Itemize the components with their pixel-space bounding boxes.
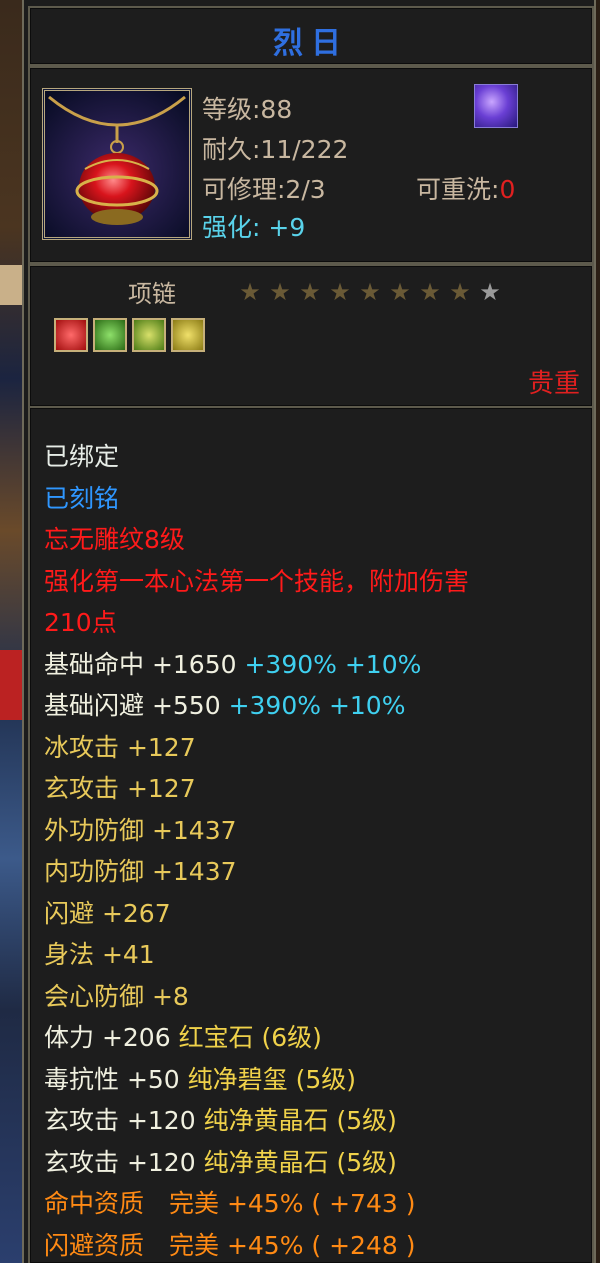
attribute-text: 毒抗性 +50 <box>44 1064 180 1094</box>
attribute-line: 会心防御 +8 <box>44 976 582 1018</box>
attribute-text: 强化第一本心法第一个技能，附加伤害 <box>44 566 470 596</box>
star-icon: ★ <box>269 278 291 306</box>
attribute-text: 忘无雕纹8级 <box>44 525 185 554</box>
gem-slot-green[interactable] <box>93 318 127 352</box>
star-rating: ★ ★ ★ ★ ★ ★ ★ ★ ★ <box>235 278 505 308</box>
item-repair-count: 可修理:2/3 <box>202 175 326 204</box>
item-type: 项链 <box>128 280 176 308</box>
attribute-line: 已刻铭 <box>44 478 582 520</box>
necklace-icon <box>45 91 189 237</box>
attribute-text: 闪避资质 完美 +45% ( +248 ) <box>44 1230 416 1260</box>
attribute-line: 外功防御 +1437 <box>44 810 582 852</box>
attribute-text: 基础闪避 +550 <box>44 691 221 720</box>
attribute-bonus: 纯净黄晶石 (5级) <box>195 1147 397 1177</box>
attribute-bonus: 红宝石 (6级) <box>170 1023 322 1052</box>
attribute-text: 已刻铭 <box>44 483 120 513</box>
item-rarity: 贵重 <box>527 369 580 399</box>
star-icon: ★ <box>419 278 441 306</box>
attribute-text: 210点 <box>44 608 117 637</box>
attribute-line: 210点 <box>44 602 582 644</box>
attribute-line: 命中资质 完美 +45% ( +743 ) <box>44 1183 582 1225</box>
star-icon: ★ <box>449 278 471 306</box>
attribute-list: 已绑定已刻铭忘无雕纹8级强化第一本心法第一个技能，附加伤害 210点基础命中 +1… <box>44 436 582 1263</box>
attribute-text: 玄攻击 +127 <box>44 774 196 803</box>
gem-slot-red[interactable] <box>54 318 88 352</box>
item-durability: 耐久:11/222 <box>202 135 349 164</box>
attribute-text: 体力 +206 <box>44 1023 171 1052</box>
attribute-line: 闪避 +267 <box>44 893 582 935</box>
attribute-line: 身法 +41 <box>44 934 582 976</box>
attribute-text: 已绑定 <box>44 442 120 471</box>
attribute-line: 体力 +206 红宝石 (6级) <box>44 1017 582 1059</box>
attribute-line: 闪避资质 完美 +45% ( +248 ) <box>44 1225 582 1263</box>
attribute-bonus: +390% +10% <box>220 691 406 720</box>
attribute-line: 毒抗性 +50 纯净碧玺 (5级) <box>44 1059 582 1101</box>
item-level: 等级:88 <box>202 95 293 124</box>
attribute-line: 内功防御 +1437 <box>44 851 582 893</box>
attribute-line: 玄攻击 +120 纯净黄晶石 (5级) <box>44 1142 582 1184</box>
enhance-label: 强化: <box>202 213 261 242</box>
attribute-line: 忘无雕纹8级 <box>44 519 582 561</box>
attribute-bonus: +390% +10% <box>236 649 422 679</box>
star-empty-icon: ★ <box>479 278 501 306</box>
item-tooltip: 烈日 等级:88 耐久:11/222 可修理:2/3 可重洗:0 强化: +9 … <box>22 0 596 1263</box>
scene-ui-fragment <box>0 265 22 305</box>
attribute-text: 外功防御 +1437 <box>44 815 237 845</box>
attribute-line: 强化第一本心法第一个技能，附加伤害 <box>44 561 582 603</box>
attribute-line: 基础闪避 +550 +390% +10% <box>44 685 582 727</box>
attribute-text: 身法 +41 <box>44 940 155 969</box>
star-icon: ★ <box>359 278 381 306</box>
game-screen: 烈日 等级:88 耐久:11/222 可修理:2/3 可重洗:0 强化: +9 … <box>0 0 600 1263</box>
item-name: 烈日 <box>273 26 349 61</box>
attribute-text: 闪避 +267 <box>44 898 171 928</box>
item-rewash: 可重洗:0 <box>416 170 515 206</box>
star-icon: ★ <box>389 278 411 306</box>
attribute-text: 玄攻击 +120 <box>44 1147 196 1177</box>
attribute-text: 命中资质 完美 +45% ( +743 ) <box>44 1189 416 1218</box>
gem-slot-yellow[interactable] <box>171 318 205 352</box>
star-icon: ★ <box>329 278 351 306</box>
attribute-bonus: 纯净黄晶石 (5级) <box>195 1106 397 1135</box>
item-rewash-value: 0 <box>499 175 516 204</box>
gem-slots <box>54 318 210 356</box>
item-header-panel: 等级:88 耐久:11/222 可修理:2/3 可重洗:0 强化: +9 <box>28 66 594 264</box>
attribute-line: 冰攻击 +127 <box>44 727 582 769</box>
attribute-line: 已绑定 <box>44 436 582 478</box>
attribute-line: 玄攻击 +127 <box>44 768 582 810</box>
scene-ui-fragment <box>0 650 22 720</box>
attribute-text: 玄攻击 +120 <box>44 1106 196 1135</box>
attribute-text: 内功防御 +1437 <box>44 857 237 886</box>
item-rewash-label: 可重洗: <box>416 175 500 204</box>
star-icon: ★ <box>299 278 321 306</box>
item-icon <box>42 88 192 240</box>
gem-slot-yellowgreen[interactable] <box>132 318 166 352</box>
attribute-bonus: 纯净碧玺 (5级) <box>179 1064 357 1094</box>
attribute-text: 冰攻击 +127 <box>44 732 196 762</box>
attribute-line: 基础命中 +1650 +390% +10% <box>44 644 582 686</box>
attribute-text: 会心防御 +8 <box>44 981 189 1011</box>
spirit-icon <box>474 84 518 128</box>
item-type-panel: 项链 ★ ★ ★ ★ ★ ★ ★ ★ ★ 贵重 <box>28 264 594 408</box>
item-attributes-panel: 已绑定已刻铭忘无雕纹8级强化第一本心法第一个技能，附加伤害 210点基础命中 +1… <box>28 406 594 1263</box>
item-title-bar: 烈日 <box>28 6 594 66</box>
attribute-line: 玄攻击 +120 纯净黄晶石 (5级) <box>44 1100 582 1142</box>
enhance-value: +9 <box>268 213 306 242</box>
item-enhance: 强化: +9 <box>202 208 305 244</box>
star-icon: ★ <box>239 278 261 306</box>
attribute-text: 基础命中 +1650 <box>44 649 237 679</box>
